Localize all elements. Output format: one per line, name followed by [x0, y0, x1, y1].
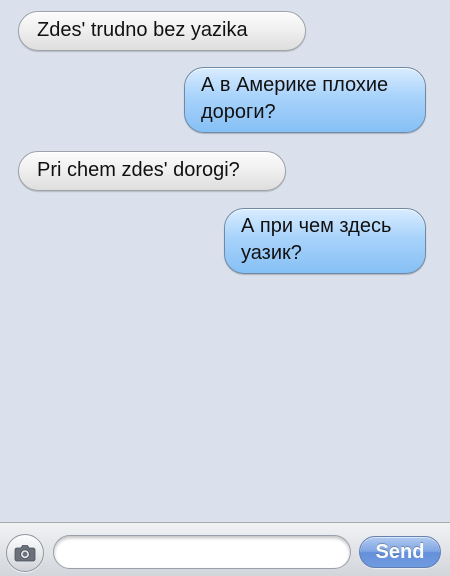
message-text: Pri chem zdes' dorogi?	[37, 159, 240, 181]
incoming-message-bubble: Pri chem zdes' dorogi?	[13, 151, 286, 191]
message-text: А в Америке плохие дороги?	[201, 74, 389, 123]
camera-icon	[14, 545, 36, 562]
outgoing-message-bubble: А в Америке плохие дороги?	[184, 67, 431, 133]
message-composer-bar: Send	[0, 522, 450, 576]
message-text: Zdes' trudno bez yazika	[37, 19, 248, 41]
message-input[interactable]	[53, 535, 351, 569]
camera-button[interactable]	[6, 534, 44, 572]
outgoing-message-bubble: А при чем здесь уазик?	[224, 208, 431, 274]
message-text: А при чем здесь уазик?	[241, 215, 392, 264]
send-button[interactable]: Send	[359, 536, 441, 568]
incoming-message-bubble: Zdes' trudno bez yazika	[13, 11, 306, 51]
message-thread: Zdes' trudno bez yazika А в Америке плох…	[0, 0, 450, 522]
